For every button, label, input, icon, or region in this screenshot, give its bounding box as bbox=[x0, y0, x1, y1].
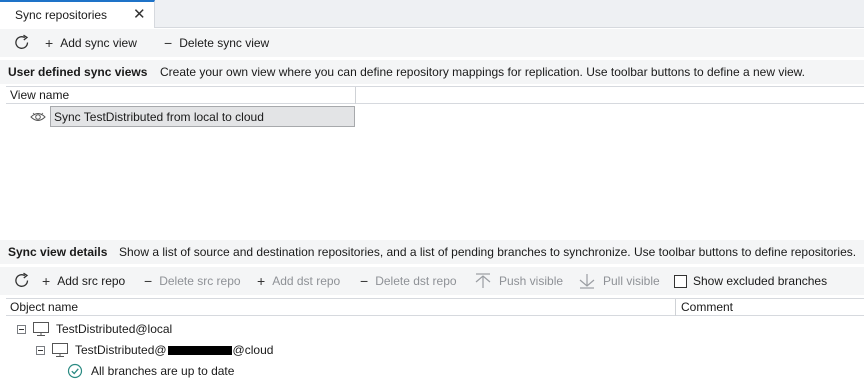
tab-label: Sync repositories bbox=[15, 8, 108, 22]
plus-icon: + bbox=[45, 35, 54, 51]
server-icon bbox=[52, 343, 68, 357]
sync-view-item-label: Sync TestDistributed from local to cloud bbox=[54, 109, 264, 124]
sync-view-item[interactable]: Sync TestDistributed from local to cloud bbox=[50, 106, 355, 127]
add-sync-view-label: Add sync view bbox=[60, 36, 137, 50]
push-arrow-icon bbox=[475, 273, 491, 288]
column-comment[interactable]: Comment bbox=[677, 300, 733, 316]
redacted-block bbox=[167, 345, 232, 355]
details-refresh-button[interactable] bbox=[13, 267, 31, 295]
user-views-description: Create your own view where you can defin… bbox=[160, 65, 806, 79]
tree-node-status[interactable]: All branches are up to date bbox=[67, 361, 234, 381]
views-grid-header: View name bbox=[6, 86, 864, 104]
check-circle-icon bbox=[67, 363, 83, 379]
tree-node-source[interactable]: TestDistributed@local bbox=[17, 319, 172, 339]
server-icon bbox=[33, 322, 49, 336]
tree-node-source-label: TestDistributed@local bbox=[56, 322, 173, 336]
plus-icon: + bbox=[42, 273, 51, 289]
tree-node-destination-suffix: @cloud bbox=[232, 343, 274, 357]
tree-node-destination[interactable]: TestDistributed@ @cloud bbox=[36, 340, 273, 360]
delete-src-repo-button[interactable]: − Delete src repo bbox=[144, 267, 241, 295]
refresh-button[interactable] bbox=[13, 29, 31, 57]
user-views-title: User defined sync views bbox=[8, 65, 148, 79]
column-object-name[interactable]: Object name bbox=[6, 300, 78, 316]
pull-visible-label: Pull visible bbox=[603, 274, 660, 288]
add-src-repo-label: Add src repo bbox=[57, 274, 126, 288]
pull-visible-button[interactable]: Pull visible bbox=[578, 267, 660, 295]
refresh-icon bbox=[15, 34, 29, 49]
push-visible-label: Push visible bbox=[499, 274, 564, 288]
delete-dst-repo-label: Delete dst repo bbox=[375, 274, 457, 288]
sync-view-toolbar: + Add sync view − Delete sync view bbox=[0, 29, 864, 57]
details-description: Show a list of source and destination re… bbox=[119, 245, 857, 259]
pull-arrow-icon bbox=[579, 274, 595, 289]
show-excluded-branches-toggle[interactable]: Show excluded branches bbox=[674, 267, 827, 295]
column-view-name[interactable]: View name bbox=[6, 88, 69, 104]
eye-icon bbox=[30, 112, 46, 121]
minus-icon: − bbox=[144, 273, 153, 289]
column-separator[interactable] bbox=[675, 299, 676, 316]
details-toolbar: + Add src repo − Delete src repo + Add d… bbox=[0, 267, 864, 295]
plus-icon: + bbox=[257, 273, 266, 289]
minus-icon: − bbox=[360, 273, 369, 289]
delete-dst-repo-button[interactable]: − Delete dst repo bbox=[360, 267, 457, 295]
collapse-icon[interactable] bbox=[17, 324, 26, 334]
column-separator[interactable] bbox=[355, 87, 356, 104]
tab-strip: Sync repositories ✕ bbox=[0, 0, 864, 28]
show-excluded-label: Show excluded branches bbox=[693, 274, 828, 288]
delete-sync-view-button[interactable]: − Delete sync view bbox=[164, 29, 269, 57]
show-excluded-checkbox[interactable] bbox=[674, 274, 687, 288]
collapse-icon[interactable] bbox=[36, 345, 45, 355]
details-header: Sync view details Show a list of source … bbox=[0, 240, 864, 264]
minus-icon: − bbox=[164, 35, 173, 51]
tree-node-status-label: All branches are up to date bbox=[91, 364, 235, 378]
user-views-header: User defined sync views Create your own … bbox=[0, 60, 864, 84]
refresh-icon bbox=[15, 272, 29, 287]
tree-grid-header: Object name Comment bbox=[6, 298, 864, 316]
add-src-repo-button[interactable]: + Add src repo bbox=[42, 267, 125, 295]
tab-sync-repositories[interactable]: Sync repositories ✕ bbox=[0, 0, 155, 28]
close-icon[interactable]: ✕ bbox=[133, 5, 146, 23]
push-visible-button[interactable]: Push visible bbox=[474, 267, 563, 295]
delete-sync-view-label: Delete sync view bbox=[179, 36, 270, 50]
tree-node-destination-prefix: TestDistributed@ bbox=[75, 343, 167, 357]
delete-src-repo-label: Delete src repo bbox=[159, 274, 241, 288]
details-title: Sync view details bbox=[8, 245, 108, 259]
add-dst-repo-label: Add dst repo bbox=[272, 274, 341, 288]
add-sync-view-button[interactable]: + Add sync view bbox=[45, 29, 137, 57]
add-dst-repo-button[interactable]: + Add dst repo bbox=[257, 267, 340, 295]
